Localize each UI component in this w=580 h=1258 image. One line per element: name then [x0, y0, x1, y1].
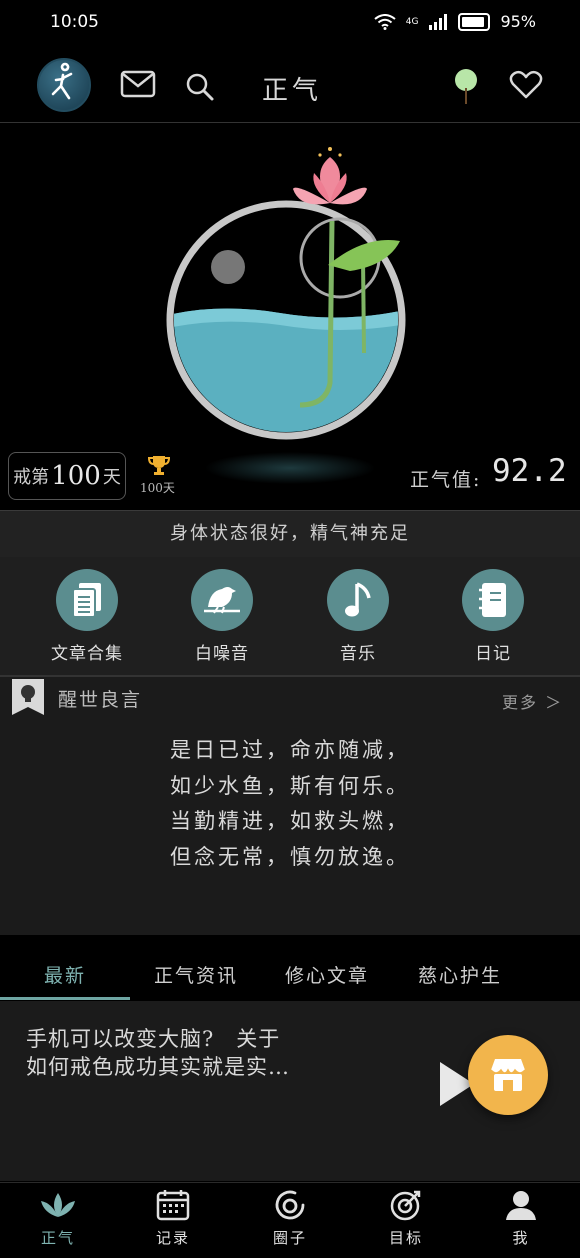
- trophy-icon[interactable]: [148, 454, 170, 476]
- quit-days-badge[interactable]: 戒第 100 天: [8, 452, 126, 500]
- quote-title: 醒世良言: [58, 689, 143, 711]
- battery-icon: [458, 12, 491, 31]
- calendar-icon: [156, 1190, 190, 1221]
- body-state-text: 身体状态很好，精气神充足: [0, 510, 580, 558]
- circle-community-icon: [275, 1190, 305, 1220]
- quote-line: 是日已过，命亦随减，: [170, 738, 410, 762]
- person-icon: [506, 1191, 536, 1220]
- quote-card[interactable]: 醒世良言 更多 ＞ 是日已过，命亦随减， 如少水鱼，斯有何乐。 当勤精进，如救头…: [0, 677, 580, 935]
- nav-circle[interactable]: 圈子: [245, 1189, 335, 1248]
- wifi-icon: [374, 13, 396, 30]
- status-time: 10:05: [50, 12, 99, 32]
- search-icon[interactable]: [185, 72, 215, 102]
- tree-icon[interactable]: [453, 68, 479, 108]
- bottom-navigation: 正气 记录 圈子 目标 我: [0, 1182, 580, 1258]
- notebook-icon: [462, 569, 524, 631]
- quote-line: 如少水鱼，斯有何乐。: [170, 773, 410, 798]
- quick-label: 日记: [475, 644, 511, 664]
- bird-icon: [191, 569, 253, 631]
- tab-compassion[interactable]: 慈心护生: [418, 961, 502, 988]
- heart-icon[interactable]: [509, 70, 543, 100]
- article-line: 如何戒色成功其实就是实…: [26, 1055, 290, 1079]
- music-note-icon: [327, 569, 389, 631]
- status-bar: 10:05 4G 95%: [0, 0, 580, 48]
- zhengqi-label: 正气值:: [410, 469, 482, 491]
- trophy-label: 100天: [140, 481, 175, 495]
- quit-days: 100: [51, 461, 101, 491]
- quick-label: 音乐: [340, 644, 376, 664]
- top-header: 正气: [0, 48, 580, 123]
- tab-latest[interactable]: 最新: [44, 961, 86, 988]
- quick-label: 文章合集: [51, 644, 123, 664]
- nav-label: 正气: [40, 1229, 75, 1247]
- nav-records[interactable]: 记录: [128, 1189, 218, 1248]
- battery-percent: 95%: [500, 12, 536, 31]
- network-type: 4G: [405, 16, 419, 27]
- tab-news[interactable]: 正气资讯: [154, 961, 238, 988]
- quick-item-articles[interactable]: 文章合集: [27, 569, 147, 664]
- zhengqi-value: 92.2: [492, 453, 567, 489]
- article-line: 手机可以改变大脑? 关于: [26, 1027, 281, 1051]
- signal-icon: [429, 13, 448, 30]
- target-icon: [390, 1190, 421, 1221]
- quote-text: 是日已过，命亦随减， 如少水鱼，斯有何乐。 当勤精进，如救头燃， 但念无常，慎勿…: [0, 733, 580, 875]
- tab-active-indicator: [0, 997, 130, 1000]
- lotus-icon: [41, 1193, 75, 1217]
- quick-item-white-noise[interactable]: 白噪音: [162, 569, 282, 664]
- article-text: 手机可以改变大脑? 关于 如何戒色成功其实就是实…: [26, 1025, 406, 1081]
- status-right: 4G 95%: [374, 12, 536, 31]
- mail-icon[interactable]: [120, 70, 156, 98]
- store-fab-button[interactable]: [468, 1035, 548, 1115]
- quick-item-diary[interactable]: 日记: [433, 569, 553, 664]
- news-tabs: 最新 正气资讯 修心文章 慈心护生: [0, 935, 580, 1001]
- lotus-bowl-illustration: [166, 147, 406, 484]
- quote-line: 当勤精进，如救头燃，: [170, 809, 410, 833]
- nav-label: 目标: [388, 1229, 423, 1247]
- quick-item-music[interactable]: 音乐: [298, 569, 418, 664]
- quick-menu: 文章合集 白噪音 音乐 日记: [0, 557, 580, 677]
- nav-me[interactable]: 我: [476, 1189, 566, 1248]
- store-icon: [490, 1059, 526, 1091]
- quit-prefix: 戒第: [13, 467, 50, 488]
- quote-line: 但念无常，慎勿放逸。: [170, 844, 410, 869]
- quote-more-link[interactable]: 更多 ＞: [502, 689, 563, 713]
- nav-label: 圈子: [272, 1229, 307, 1247]
- page-title: 正气: [262, 76, 323, 106]
- tab-articles[interactable]: 修心文章: [285, 961, 369, 988]
- nav-zhengqi[interactable]: 正气: [13, 1189, 103, 1248]
- document-icon: [56, 569, 118, 631]
- nav-goals[interactable]: 目标: [361, 1189, 451, 1248]
- nav-label: 记录: [155, 1229, 190, 1247]
- nav-label: 我: [512, 1229, 530, 1247]
- quick-label: 白噪音: [195, 644, 249, 664]
- lightbulb-bookmark-icon: [12, 679, 44, 715]
- jordan-avatar-icon[interactable]: [37, 58, 91, 112]
- quit-suffix: 天: [102, 467, 121, 488]
